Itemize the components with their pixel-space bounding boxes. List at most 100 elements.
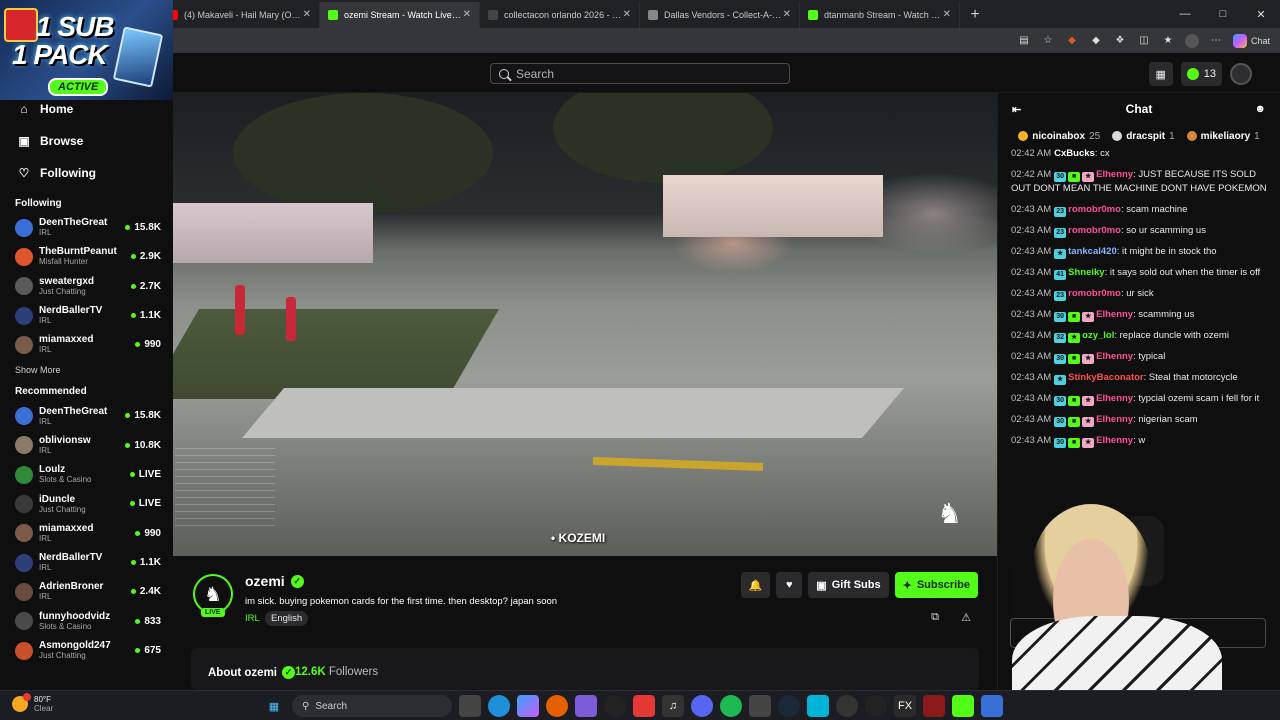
top-gifter[interactable]: nicoinabox 25: [1018, 131, 1100, 142]
chat-username[interactable]: tankcal420: [1068, 246, 1117, 257]
sidebar-nav-browse[interactable]: ▣ Browse: [0, 125, 173, 157]
browser-tab[interactable]: dtanmanb Stream - Watch Live on✕: [800, 2, 960, 28]
weather-widget[interactable]: 80°F Clear: [12, 693, 53, 713]
chat-username[interactable]: Elhenny: [1096, 169, 1133, 180]
chat-username[interactable]: Elhenny: [1096, 435, 1133, 446]
dashboard-icon: ▦: [1155, 68, 1166, 81]
sidebar-channel[interactable]: iDuncle Just Chatting LIVE: [0, 489, 173, 518]
chat-username[interactable]: Elhenny: [1096, 393, 1133, 404]
sidebar-channel[interactable]: DeenTheGreat IRL 15.8K: [0, 213, 173, 242]
app-icon[interactable]: [575, 695, 597, 717]
reader-icon[interactable]: ▤: [1017, 34, 1031, 48]
new-tab-button[interactable]: +: [960, 2, 990, 28]
app-icon[interactable]: [604, 695, 626, 717]
extension-icon[interactable]: ◆: [1089, 34, 1103, 48]
show-more-button[interactable]: Show More: [0, 359, 173, 381]
sidebar-channel[interactable]: TheBurntPeanut Misfall Hunter 2.9K: [0, 242, 173, 271]
copilot-button[interactable]: Chat: [1232, 33, 1270, 48]
app-icon[interactable]: [633, 695, 655, 717]
sidebar-channel[interactable]: miamaxxed IRL 990: [0, 330, 173, 359]
chat-username[interactable]: romobr0mo: [1068, 204, 1121, 215]
taskview-icon[interactable]: [459, 695, 481, 717]
close-window-icon[interactable]: ✕: [1242, 0, 1280, 28]
sidebar-channel[interactable]: miamaxxed IRL 990: [0, 519, 173, 548]
app-icon[interactable]: [807, 695, 829, 717]
channel-name[interactable]: ozemi: [245, 573, 285, 589]
sidebar-channel[interactable]: NerdBallerTV IRL 1.1K: [0, 301, 173, 330]
maximize-icon[interactable]: □: [1204, 0, 1242, 28]
close-tab-icon[interactable]: ✕: [943, 9, 951, 20]
app-icon[interactable]: [749, 695, 771, 717]
split-screen-icon[interactable]: ◫: [1137, 34, 1151, 48]
spotify-icon[interactable]: [720, 695, 742, 717]
language-tag[interactable]: English: [265, 611, 309, 626]
app-icon[interactable]: [836, 695, 858, 717]
chat-username[interactable]: romobr0mo: [1068, 288, 1121, 299]
sidebar-channel[interactable]: AdrienBroner IRL 2.4K: [0, 577, 173, 606]
report-icon[interactable]: ⚠: [961, 611, 971, 624]
follow-button[interactable]: ♥: [776, 572, 803, 598]
sidebar-nav-following[interactable]: ♡ Following: [0, 157, 173, 189]
subscribe-button[interactable]: ✦ Subscribe: [894, 572, 978, 598]
copilot-icon[interactable]: [517, 695, 539, 717]
chat-username[interactable]: Elhenny: [1096, 414, 1133, 425]
favorites-icon[interactable]: ★: [1161, 34, 1175, 48]
close-tab-icon[interactable]: ✕: [303, 9, 311, 20]
browser-tab[interactable]: Dallas Vendors - Collect-A-Con ✕: [640, 2, 800, 28]
app-icon[interactable]: [981, 695, 1003, 717]
close-tab-icon[interactable]: ✕: [463, 9, 471, 20]
browser-tab[interactable]: (4) Makaveli - Hail Mary (Official M✕: [160, 2, 320, 28]
firefox-icon[interactable]: [546, 695, 568, 717]
chat-username[interactable]: CxBucks: [1054, 148, 1095, 159]
sidebar-channel[interactable]: oblivionsw IRL 10.8K: [0, 431, 173, 460]
extensions-puzzle-icon[interactable]: ❖: [1113, 34, 1127, 48]
favorite-icon[interactable]: ☆: [1041, 34, 1055, 48]
browser-tab[interactable]: collectacon orlando 2026 - Search✕: [480, 2, 640, 28]
chat-username[interactable]: ozy_lol: [1082, 330, 1114, 341]
notifications-button[interactable]: 🔔: [740, 572, 771, 598]
start-icon[interactable]: ▦: [263, 695, 285, 717]
minimize-icon[interactable]: —: [1166, 0, 1204, 28]
dashboard-button[interactable]: ▦: [1148, 62, 1173, 86]
sidebar-channel[interactable]: sweatergxd Just Chatting 2.7K: [0, 272, 173, 301]
app-icon[interactable]: FX: [894, 695, 916, 717]
sidebar-channel[interactable]: DeenTheGreat IRL 15.8K: [0, 401, 173, 430]
chat-username[interactable]: Shneiky: [1068, 267, 1104, 278]
chat-username[interactable]: StinkyBaconator: [1068, 372, 1144, 383]
kick-icon[interactable]: [952, 695, 974, 717]
gift-subs-button[interactable]: ▣ Gift Subs: [808, 572, 889, 598]
sidebar-channel[interactable]: NerdBallerTV IRL 1.1K: [0, 548, 173, 577]
kicks-balance-button[interactable]: 13: [1180, 62, 1222, 86]
avatar: [15, 335, 33, 354]
music-icon[interactable]: ♫: [662, 695, 684, 717]
edge-icon[interactable]: [488, 695, 510, 717]
taskbar-search[interactable]: ⚲ Search: [292, 695, 452, 717]
more-icon[interactable]: ⋯: [1209, 34, 1223, 48]
stream-category[interactable]: IRL: [245, 613, 260, 624]
search-input[interactable]: Search: [490, 63, 790, 84]
profile-icon[interactable]: [1184, 33, 1199, 48]
temperature: 80°F: [34, 695, 51, 704]
steam-icon[interactable]: [778, 695, 800, 717]
chat-username[interactable]: romobr0mo: [1068, 225, 1121, 236]
share-icon[interactable]: ⧉: [931, 611, 939, 624]
sidebar-channel[interactable]: funnyhoodvidz Slots & Casino 833: [0, 607, 173, 636]
app-icon[interactable]: [923, 695, 945, 717]
obs-icon[interactable]: [865, 695, 887, 717]
extension-icon[interactable]: ◆: [1065, 34, 1079, 48]
sidebar-channel[interactable]: Loulz Slots & Casino LIVE: [0, 460, 173, 489]
sidebar-channel[interactable]: Asmongold247 Just Chatting 675: [0, 636, 173, 665]
avatar: [15, 582, 33, 601]
top-gifter[interactable]: mikeliaory 1: [1186, 131, 1260, 142]
browser-tab[interactable]: ozemi Stream - Watch Live on ✕: [320, 2, 480, 28]
close-tab-icon[interactable]: ✕: [783, 9, 791, 20]
discord-icon[interactable]: [691, 695, 713, 717]
chat-users-icon[interactable]: ☻: [1254, 103, 1266, 115]
top-gifter[interactable]: dracspit 1: [1112, 131, 1175, 142]
chat-username[interactable]: Elhenny: [1096, 351, 1133, 362]
user-avatar[interactable]: [1230, 63, 1252, 85]
close-tab-icon[interactable]: ✕: [623, 9, 631, 20]
chat-username[interactable]: Elhenny: [1096, 309, 1133, 320]
collapse-chat-icon[interactable]: ⇤: [1012, 103, 1021, 116]
video-player[interactable]: • KOZEMI ♞: [173, 93, 997, 556]
